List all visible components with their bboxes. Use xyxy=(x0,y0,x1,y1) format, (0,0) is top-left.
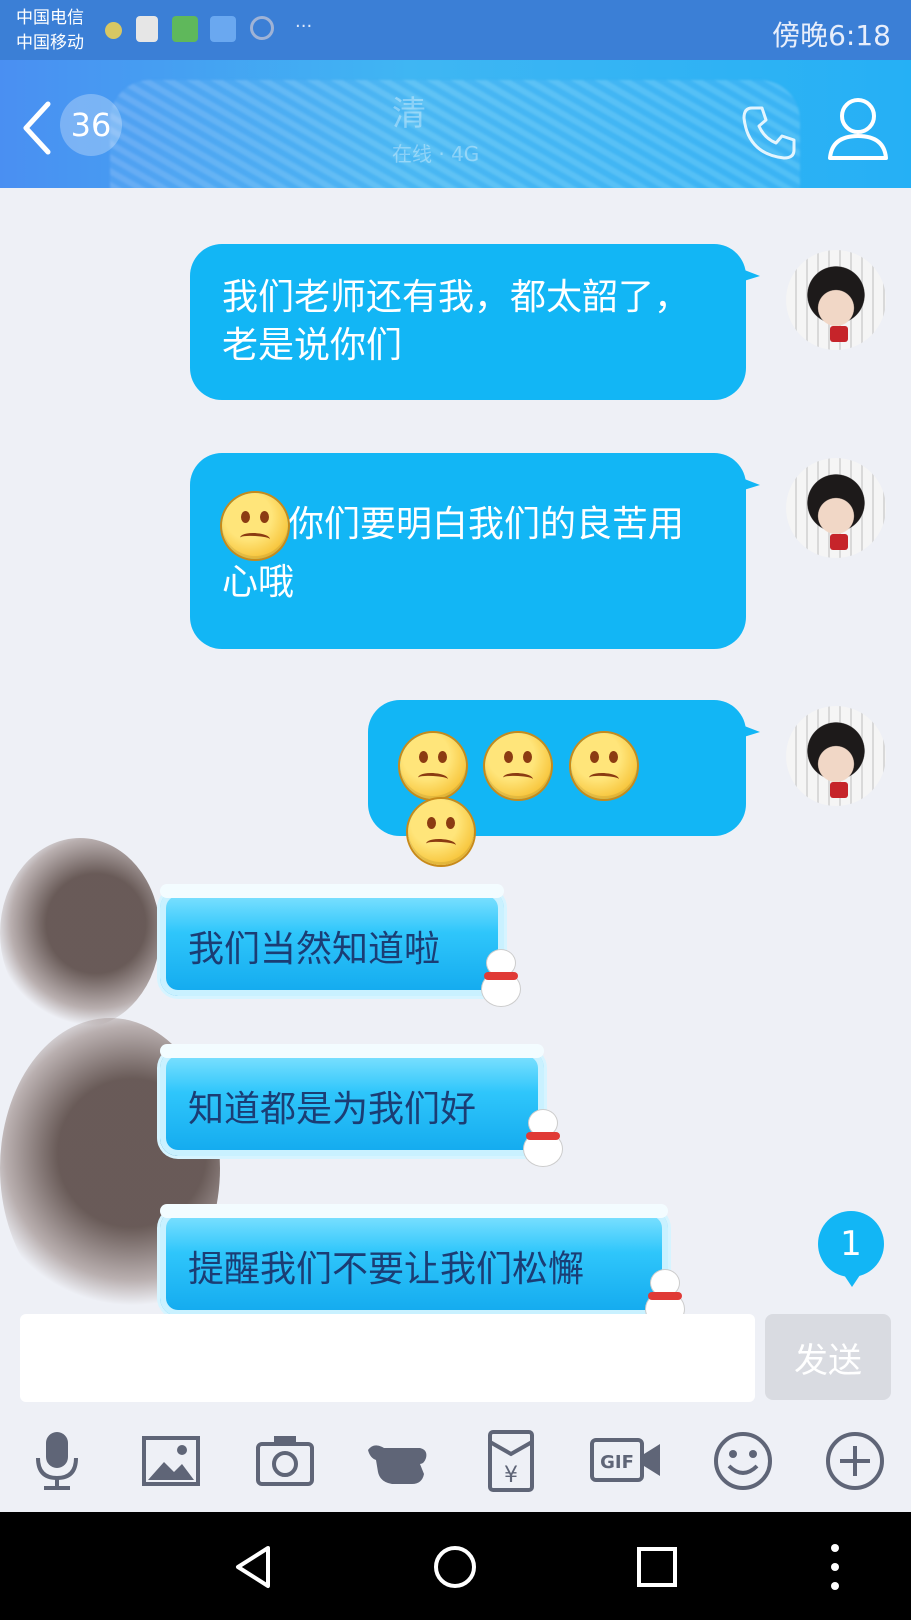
gif-icon[interactable]: GIF xyxy=(590,1428,662,1494)
worried-face-icon xyxy=(485,733,552,799)
message-bubble-outgoing[interactable] xyxy=(368,700,760,865)
worried-face-icon xyxy=(222,493,288,559)
worried-face-icon xyxy=(408,799,474,865)
message-text: 我们老师还有我，都太韶了，老是说你们 xyxy=(222,277,691,366)
nav-recents-icon[interactable] xyxy=(632,1542,682,1592)
nav-home-icon[interactable] xyxy=(430,1542,480,1592)
message-bubble-incoming[interactable]: 我们当然知道啦 xyxy=(160,884,504,996)
unread-count-badge[interactable]: 36 xyxy=(60,94,122,156)
status-bar: 中国电信 中国移动 ··· 傍晚6:18 xyxy=(0,0,911,60)
redacted-avatar xyxy=(0,838,160,1028)
emoji-icon[interactable] xyxy=(710,1428,776,1494)
bubble-frost xyxy=(160,1044,544,1058)
redaction-scribble xyxy=(110,80,800,188)
carrier-1: 中国电信 xyxy=(16,8,84,28)
snowman-icon xyxy=(522,1110,564,1168)
poke-icon[interactable] xyxy=(364,1428,430,1494)
message-text: 知道都是为我们好 xyxy=(188,1089,477,1130)
new-message-badge[interactable]: 1 xyxy=(818,1211,884,1287)
photo-app-icon xyxy=(210,16,236,42)
message-text: 你们要明白我们的良苦用心哦 xyxy=(222,504,685,603)
chat-toolbar: ¥ GIF xyxy=(0,1410,911,1512)
bubble-frost xyxy=(160,884,504,898)
search-icon xyxy=(250,16,274,40)
carrier-info: 中国电信 中国移动 xyxy=(16,6,84,56)
carrier-2: 中国移动 xyxy=(16,33,84,53)
message-bubble-incoming[interactable]: 提醒我们不要让我们松懈 xyxy=(160,1204,668,1314)
message-bubble-outgoing[interactable]: 我们老师还有我，都太韶了，老是说你们 xyxy=(190,244,760,400)
worried-face-icon xyxy=(400,733,466,799)
avatar[interactable] xyxy=(786,458,886,558)
red-packet-icon[interactable]: ¥ xyxy=(478,1428,544,1494)
notification-dot-icon xyxy=(105,22,122,39)
message-input[interactable] xyxy=(20,1314,755,1402)
avatar[interactable] xyxy=(786,706,886,806)
snowman-icon xyxy=(644,1270,686,1314)
clock: 傍晚6:18 xyxy=(772,19,891,52)
video-app-icon xyxy=(172,16,198,42)
profile-icon[interactable] xyxy=(826,94,890,162)
message-list[interactable]: 我们老师还有我，都太韶了，老是说你们 你们要明白我们的良苦用心哦 我们当然知道啦… xyxy=(0,188,911,1314)
nav-back-icon[interactable] xyxy=(230,1542,280,1592)
plus-icon[interactable] xyxy=(822,1428,888,1494)
contact-status: 在线 · 4G xyxy=(392,142,480,166)
message-bubble-incoming[interactable]: 知道都是为我们好 xyxy=(160,1044,544,1156)
contact-name: 清 xyxy=(392,94,426,134)
snowman-icon xyxy=(480,950,522,1008)
back-arrow-icon[interactable] xyxy=(18,100,58,156)
nav-menu-icon[interactable] xyxy=(810,1542,860,1592)
worried-face-icon xyxy=(570,733,637,799)
system-nav-bar xyxy=(0,1512,911,1620)
battery-alert-icon xyxy=(136,16,158,42)
svg-text:¥: ¥ xyxy=(504,1463,518,1488)
image-icon[interactable] xyxy=(138,1428,204,1494)
message-bubble-outgoing[interactable]: 你们要明白我们的良苦用心哦 xyxy=(190,453,760,649)
input-row: 发送 xyxy=(0,1314,911,1410)
message-text: 我们当然知道啦 xyxy=(188,929,441,970)
camera-icon[interactable] xyxy=(252,1428,318,1494)
avatar[interactable] xyxy=(786,250,886,350)
bubble-frost xyxy=(160,1204,668,1218)
phone-icon[interactable] xyxy=(738,102,800,164)
chat-header: 36 清 在线 · 4G xyxy=(0,60,911,188)
send-button[interactable]: 发送 xyxy=(765,1314,891,1400)
message-text: 提醒我们不要让我们松懈 xyxy=(188,1249,585,1290)
microphone-icon[interactable] xyxy=(24,1428,90,1494)
svg-text:GIF: GIF xyxy=(600,1452,634,1473)
status-overflow: ··· xyxy=(295,16,313,37)
